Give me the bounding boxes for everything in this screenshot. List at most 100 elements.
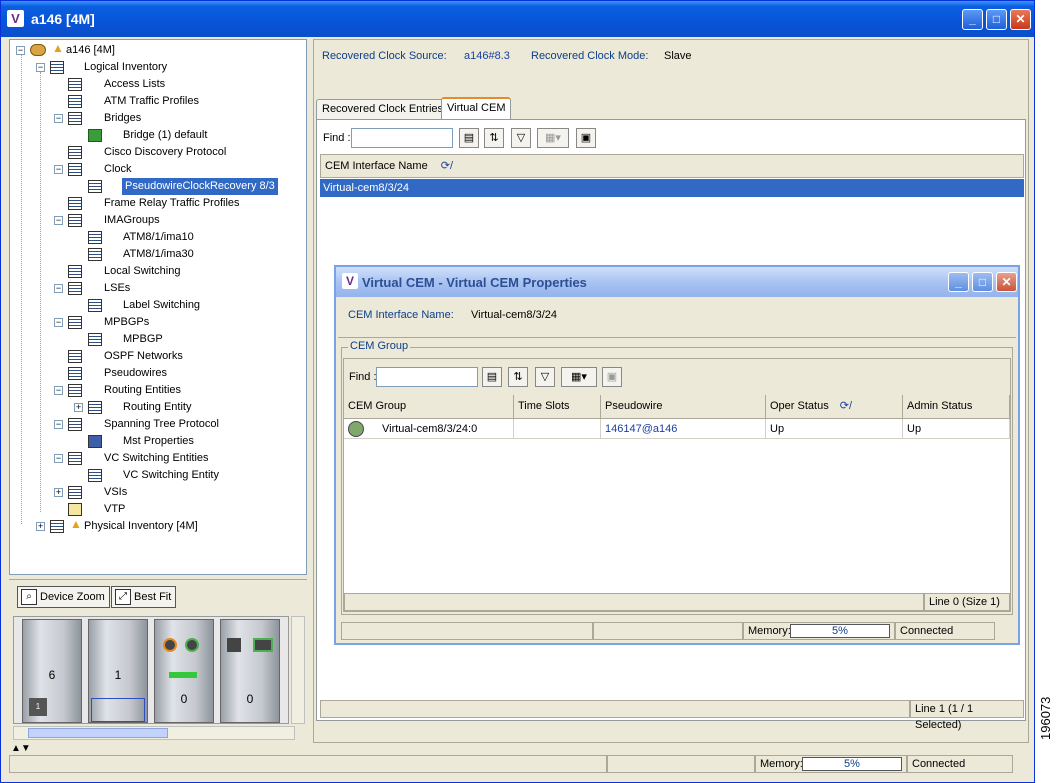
collapse-icon[interactable]: − <box>54 165 63 174</box>
table-row[interactable]: Virtual-cem8/3/24:0 146147@a146 Up Up <box>344 419 1010 439</box>
chassis-horizontal-scrollbar[interactable] <box>13 726 295 740</box>
collapse-icon[interactable]: − <box>36 63 45 72</box>
collapse-icon[interactable]: − <box>54 284 63 293</box>
dialog-find-input[interactable] <box>376 367 478 387</box>
columns-dropdown-icon[interactable]: ▦▾ <box>537 128 569 148</box>
tree-item-label: PseudowireClockRecovery 8/3 <box>122 178 278 195</box>
dialog-title-bar[interactable]: V Virtual CEM - Virtual CEM Properties _… <box>336 267 1018 297</box>
sort-refresh-icon[interactable]: ⟳/ <box>840 400 852 412</box>
collapse-icon[interactable]: − <box>54 420 63 429</box>
expand-icon[interactable]: + <box>54 488 63 497</box>
tree-item-label: Frame Relay Traffic Profiles <box>104 197 240 209</box>
table-icon <box>68 265 82 278</box>
device-zoom-button[interactable]: ⌕ Device Zoom <box>17 586 110 608</box>
ima-icon <box>88 248 102 261</box>
title-bar[interactable]: V a146 [4M] _ □ ✕ <box>1 1 1034 37</box>
slot-number: 1 <box>114 668 122 682</box>
oper-status-cell: Up <box>766 419 903 439</box>
tree-item-label: VSIs <box>104 486 128 498</box>
export-icon[interactable]: ▣ <box>602 367 622 387</box>
sort-icon[interactable]: ⇅ <box>484 128 504 148</box>
admin-status-cell: Up <box>903 419 1010 439</box>
tree-item-label: VC Switching Entity <box>123 469 219 481</box>
dialog-close-button[interactable]: ✕ <box>996 272 1017 292</box>
column-header-admin-status[interactable]: Admin Status <box>903 395 1010 419</box>
collapse-icon[interactable]: − <box>54 216 63 225</box>
best-fit-button[interactable]: ⤢ Best Fit <box>111 586 177 608</box>
tab-recovered-clock-entries[interactable]: Recovered Clock Entries <box>316 99 450 119</box>
scroll-thumb[interactable] <box>28 728 168 738</box>
tab-label: Virtual CEM <box>447 102 506 114</box>
filter-icon[interactable]: ▽ <box>535 367 555 387</box>
filter-icon[interactable]: ▽ <box>511 128 531 148</box>
sort-refresh-icon[interactable]: ⟳/ <box>441 160 453 172</box>
time-slots-cell <box>514 419 601 439</box>
collapse-icon[interactable]: − <box>54 386 63 395</box>
chassis-view[interactable]: 6 1 1 0 0 <box>13 616 289 724</box>
expand-icon[interactable]: + <box>74 403 83 412</box>
table-icon <box>68 282 82 295</box>
find-label: Find : <box>349 371 377 383</box>
save-icon[interactable]: ▤ <box>459 128 479 148</box>
tree-line <box>21 54 22 524</box>
minimize-button[interactable]: _ <box>962 9 983 30</box>
dialog-title: Virtual CEM - Virtual CEM Properties <box>362 275 587 290</box>
pseudowire-cell[interactable]: 146147@a146 <box>601 419 766 439</box>
tab-virtual-cem[interactable]: Virtual CEM <box>441 97 512 119</box>
table-row[interactable]: Virtual-cem8/3/24 <box>320 179 1024 197</box>
chassis-slot[interactable]: 0 <box>220 619 280 723</box>
table-icon <box>68 486 82 499</box>
slot-selection-frame <box>91 698 145 722</box>
table-icon <box>68 384 82 397</box>
table-icon <box>88 469 102 482</box>
memory-label: Memory: <box>760 758 803 770</box>
maximize-button[interactable]: □ <box>986 9 1007 30</box>
column-header-label: CEM Interface Name <box>325 160 428 172</box>
chassis-slot[interactable]: 0 <box>154 619 214 723</box>
table-icon <box>68 146 82 159</box>
chassis-slot[interactable]: 6 1 <box>22 619 82 723</box>
collapse-icon[interactable]: − <box>16 46 25 55</box>
column-header-cem-interface-name[interactable]: CEM Interface Name ⟳/ <box>320 154 1024 178</box>
collapse-icon[interactable]: − <box>54 318 63 327</box>
table-icon <box>68 78 82 91</box>
column-header-time-slots[interactable]: Time Slots <box>514 395 601 419</box>
window-title: a146 [4M] <box>31 11 95 27</box>
table-icon <box>68 452 82 465</box>
column-header-pseudowire[interactable]: Pseudowire <box>601 395 766 419</box>
port-icon <box>227 638 241 652</box>
tree-item-label: Physical Inventory [4M] <box>84 520 198 532</box>
close-button[interactable]: ✕ <box>1010 9 1031 30</box>
memory-bar: 5% <box>790 624 890 638</box>
sort-icon[interactable]: ⇅ <box>508 367 528 387</box>
cem-group-icon <box>348 421 364 437</box>
columns-dropdown-icon[interactable]: ▦▾ <box>561 367 597 387</box>
connection-text: Connected <box>912 758 966 770</box>
tree-item-label: Bridge (1) default <box>123 129 208 141</box>
dialog-minimize-button[interactable]: _ <box>948 272 969 292</box>
export-icon[interactable]: ▣ <box>576 128 596 148</box>
clock-source-value[interactable]: a146#8.3 <box>464 50 510 62</box>
tree-item-label: Routing Entity <box>123 401 192 413</box>
status-led <box>169 672 197 678</box>
cem-group-header-row: CEM Group Time Slots Pseudowire Oper Sta… <box>344 395 1010 419</box>
chassis-slot[interactable]: 1 <box>88 619 148 723</box>
bridge-icon <box>88 129 102 142</box>
find-input[interactable] <box>351 128 453 148</box>
column-header-cem-group[interactable]: CEM Group <box>344 395 514 419</box>
magnifier-icon: ⌕ <box>21 589 37 605</box>
tree-item-label: OSPF Networks <box>104 350 183 362</box>
collapse-icon[interactable]: − <box>54 114 63 123</box>
split-arrows-icon[interactable]: ▲▼ <box>11 743 31 754</box>
table-icon <box>88 180 102 193</box>
app-status-mid <box>607 755 755 773</box>
collapse-icon[interactable]: − <box>54 454 63 463</box>
label-switching-icon <box>88 299 102 312</box>
expand-icon[interactable]: + <box>36 522 45 531</box>
chassis-vertical-scrollbar[interactable] <box>291 616 305 724</box>
cem-group-cell: Virtual-cem8/3/24:0 <box>344 419 514 439</box>
column-header-oper-status[interactable]: Oper Status ⟳/ <box>766 395 903 419</box>
save-icon[interactable]: ▤ <box>482 367 502 387</box>
dialog-maximize-button[interactable]: □ <box>972 272 993 292</box>
slot-number: 0 <box>246 692 254 706</box>
